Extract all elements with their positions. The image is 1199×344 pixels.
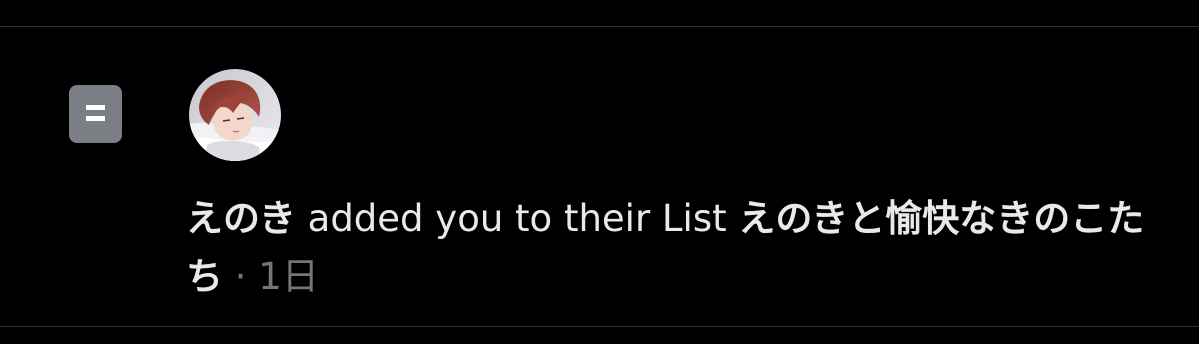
top-divider (0, 26, 1199, 27)
list-icon (69, 85, 122, 143)
notification-text: えのき added you to their List えのきと愉快なきのこたち… (186, 190, 1176, 306)
user-name[interactable]: えのき (186, 197, 296, 240)
avatar[interactable] (189, 69, 281, 161)
timestamp: 1日 (258, 255, 319, 298)
bottom-divider (0, 326, 1199, 327)
action-text: added you to their List (295, 197, 739, 240)
separator: · (223, 255, 259, 298)
